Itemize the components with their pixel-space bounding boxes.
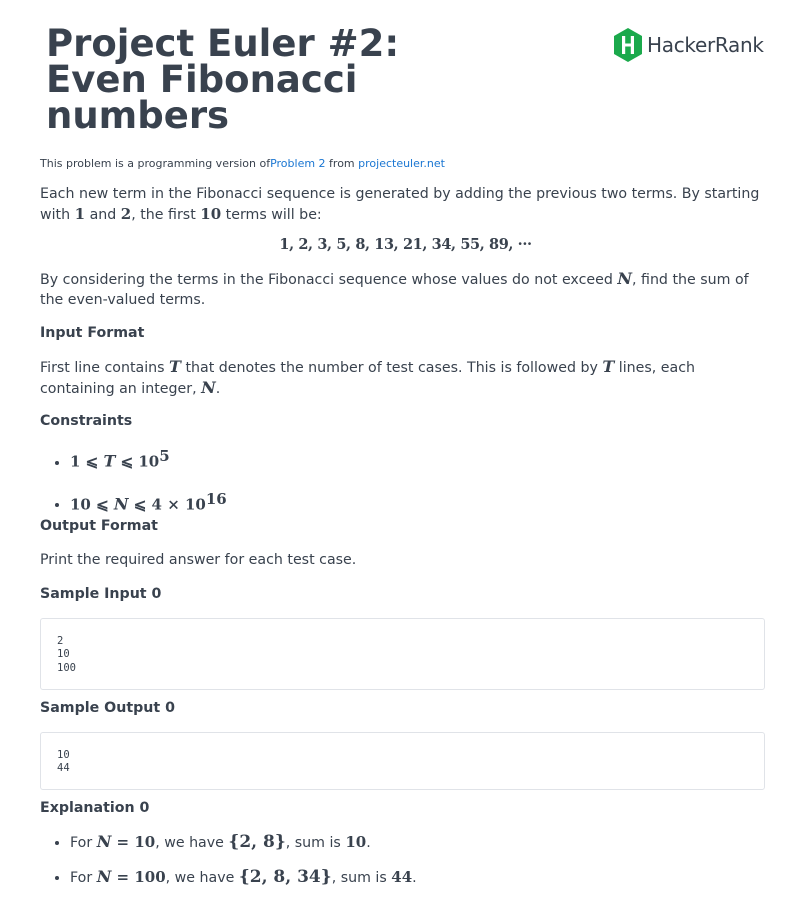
expl-2-mid: , we have	[165, 870, 239, 886]
intro-math-3: 10	[200, 205, 222, 223]
expl-1-mid: , we have	[155, 835, 229, 851]
constraint-2-exp: 16	[205, 489, 227, 508]
input-text-2: that denotes the number of test cases. T…	[180, 360, 603, 376]
sample-input-line: 10	[57, 648, 70, 661]
output-format-text: Print the required answer for each test …	[40, 552, 357, 568]
explanation-item: For N = 100, we have {2, 8, 34}, sum is …	[70, 867, 417, 888]
expl-2-end: .	[412, 870, 417, 886]
expl-1-var: N	[96, 832, 112, 851]
task-paragraph: By considering the terms in the Fibonacc…	[40, 269, 770, 310]
constraint-1-b: ⩽ 10	[115, 452, 160, 471]
intro-text-2: and	[85, 207, 121, 223]
task-text-1: By considering the terms in the Fibonacc…	[40, 272, 618, 288]
problem-link[interactable]: Problem 2	[270, 157, 325, 170]
input-text-4: .	[215, 381, 221, 397]
intro-paragraph: Each new term in the Fibonacci sequence …	[40, 184, 770, 225]
input-text-1: First line contains	[40, 360, 170, 376]
hackerrank-logo-icon	[614, 28, 642, 62]
expl-2-set: {2, 8, 34}	[238, 867, 332, 887]
page-title: Project Euler #2: Even Fibonacci numbers	[46, 22, 466, 137]
source-note: This problem is a programming version of…	[40, 157, 445, 170]
input-math-n: N	[201, 378, 216, 397]
explanation-list: For N = 10, we have {2, 8}, sum is 10. F…	[52, 832, 417, 888]
constraint-1-a: 1 ⩽	[70, 452, 104, 471]
expl-2-post: , sum is	[331, 870, 392, 886]
intro-text-3: , the first	[131, 207, 201, 223]
expl-1-set: {2, 8}	[228, 832, 286, 852]
sample-output-line: 44	[57, 762, 70, 775]
input-math-t2: T	[602, 357, 615, 376]
expl-1-sum: 10	[345, 833, 367, 851]
expl-2-eq: = 100	[111, 868, 166, 886]
expl-2-pre: For	[70, 870, 97, 886]
explanation-heading: Explanation 0	[40, 800, 150, 816]
source-middle: from	[325, 157, 359, 170]
expl-2-var: N	[96, 867, 112, 886]
output-format-heading: Output Format	[40, 518, 158, 534]
title-line-2: Even Fibonacci	[46, 58, 358, 101]
constraint-2-a: 10 ⩽	[70, 495, 114, 514]
fibonacci-sequence: 1, 2, 3, 5, 8, 13, 21, 34, 55, 89, ···	[279, 236, 532, 253]
constraints-heading: Constraints	[40, 413, 133, 429]
sample-output-line: 10	[57, 749, 70, 761]
constraint-item: 1 ⩽ T ⩽ 105	[70, 446, 227, 473]
sample-input-heading: Sample Input 0	[40, 586, 162, 602]
constraints-list: 1 ⩽ T ⩽ 105 10 ⩽ N ⩽ 4 × 1016	[52, 446, 227, 515]
constraint-item: 10 ⩽ N ⩽ 4 × 1016	[70, 489, 227, 516]
expl-2-sum: 44	[391, 868, 413, 886]
hackerrank-logo[interactable]: HackerRank	[612, 27, 764, 63]
sample-output-box[interactable]: 10 44	[40, 732, 765, 790]
input-format-heading: Input Format	[40, 325, 145, 341]
constraint-2-var: N	[113, 494, 129, 514]
expl-1-post: , sum is	[285, 835, 346, 851]
task-math-n: N	[617, 269, 632, 288]
constraint-1-exp: 5	[159, 447, 170, 465]
expl-1-pre: For	[70, 835, 97, 851]
sample-input-box[interactable]: 2 10 100	[40, 618, 765, 690]
title-line-1: Project Euler #2:	[46, 22, 400, 65]
constraint-2-b: ⩽ 4 × 10	[128, 495, 206, 514]
projecteuler-link[interactable]: projecteuler.net	[358, 157, 445, 170]
sample-input-line: 100	[57, 661, 76, 674]
intro-math-2: 2	[120, 205, 132, 223]
constraint-1-var: T	[103, 451, 116, 471]
sample-input-line: 2	[57, 635, 64, 647]
input-math-t1: T	[169, 357, 181, 376]
intro-math-1: 1	[74, 205, 86, 223]
sample-output-heading: Sample Output 0	[40, 700, 175, 716]
input-format-text: First line contains T that denotes the n…	[40, 357, 770, 399]
logo-text: HackerRank	[647, 33, 764, 57]
intro-text-4: terms will be:	[221, 207, 322, 223]
title-line-3: numbers	[46, 94, 230, 137]
expl-1-end: .	[366, 835, 371, 851]
explanation-item: For N = 10, we have {2, 8}, sum is 10.	[70, 832, 417, 853]
source-prefix: This problem is a programming version of	[40, 157, 271, 170]
expl-1-eq: = 10	[111, 833, 156, 851]
